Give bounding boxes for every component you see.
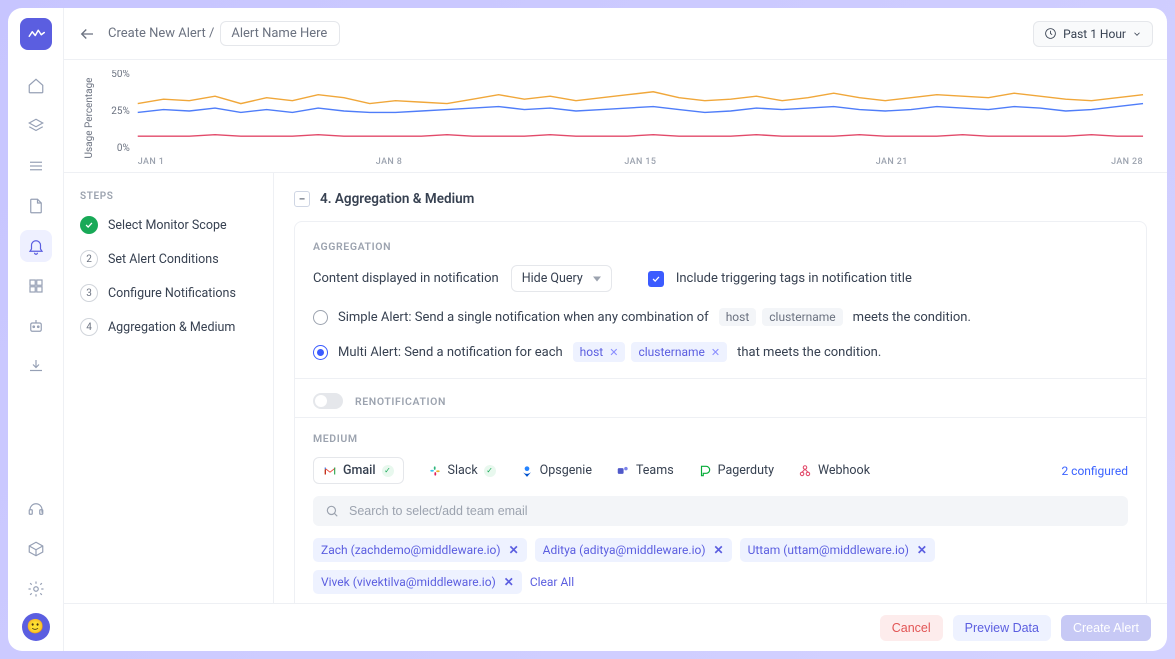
topbar: Create New Alert / Alert Name Here Past … — [64, 8, 1167, 60]
step-number: 2 — [80, 250, 98, 268]
simple-alert-radio[interactable] — [313, 310, 328, 325]
svg-text:0%: 0% — [117, 143, 130, 154]
back-icon[interactable] — [78, 25, 96, 43]
svg-text:JAN 15: JAN 15 — [624, 157, 656, 166]
avatar[interactable]: 🙂 — [22, 613, 50, 641]
step-3[interactable]: 3 Configure Notifications — [80, 284, 257, 302]
medium-tab-webhook[interactable]: Webhook — [798, 457, 870, 484]
remove-recipient-icon[interactable]: ✕ — [917, 543, 927, 557]
file-icon[interactable] — [20, 190, 52, 222]
tag-host: host — [719, 308, 757, 326]
check-icon — [80, 216, 98, 234]
bell-icon[interactable] — [20, 230, 52, 262]
remove-recipient-icon[interactable]: ✕ — [714, 543, 724, 557]
usage-chart: 0% 25% 50% Usage Percentage JAN 1 JAN 8 JAN 15… — [64, 60, 1167, 173]
recipient-chip[interactable]: Zach (zachdemo@middleware.io)✕ — [313, 538, 527, 562]
svg-text:25%: 25% — [111, 106, 129, 117]
recipient-chip[interactable]: Uttam (uttam@middleware.io)✕ — [740, 538, 935, 562]
step-number: 3 — [80, 284, 98, 302]
clear-all-link[interactable]: Clear All — [530, 575, 574, 589]
remove-tag-icon[interactable]: ✕ — [609, 346, 618, 359]
medium-tab-teams[interactable]: Teams — [616, 457, 674, 484]
recipient-search[interactable] — [313, 496, 1128, 526]
create-alert-button[interactable]: Create Alert — [1061, 615, 1151, 641]
medium-header: MEDIUM — [313, 432, 1128, 445]
content-displayed-label: Content displayed in notification — [313, 271, 499, 286]
recipient-chip[interactable]: Aditya (aditya@middleware.io)✕ — [535, 538, 732, 562]
nav-rail: 🙂 — [8, 8, 64, 651]
verified-icon: ✓ — [382, 465, 394, 477]
svg-text:JAN 21: JAN 21 — [876, 157, 908, 166]
svg-text:JAN 28: JAN 28 — [1111, 157, 1143, 166]
medium-tab-gmail[interactable]: Gmail✓ — [313, 457, 404, 484]
section-title: 4. Aggregation & Medium — [320, 191, 474, 207]
cancel-button[interactable]: Cancel — [880, 615, 943, 641]
configured-link[interactable]: 2 configured — [1061, 464, 1128, 478]
query-visibility-select[interactable]: Hide Query — [511, 265, 612, 292]
time-range-label: Past 1 Hour — [1063, 27, 1126, 41]
tag-chip-clustername[interactable]: clustername✕ — [631, 342, 727, 362]
svg-text:50%: 50% — [111, 70, 129, 80]
include-tags-checkbox[interactable] — [648, 271, 664, 287]
simple-alert-post: meets the condition. — [853, 310, 971, 325]
gear-icon[interactable] — [20, 573, 52, 605]
step-1[interactable]: Select Monitor Scope — [80, 216, 257, 234]
steps-header: STEPS — [80, 191, 257, 202]
footer: Cancel Preview Data Create Alert — [64, 603, 1167, 651]
alert-name-input[interactable]: Alert Name Here — [220, 21, 340, 46]
teams-icon — [616, 464, 630, 478]
step-label: Select Monitor Scope — [108, 218, 227, 233]
step-label: Configure Notifications — [108, 286, 236, 301]
remove-tag-icon[interactable]: ✕ — [711, 346, 720, 359]
include-tags-label: Include triggering tags in notification … — [676, 271, 912, 286]
svg-text:JAN 8: JAN 8 — [376, 157, 402, 166]
multi-alert-pre: Multi Alert: Send a notification for eac… — [338, 345, 563, 360]
renotification-label: RENOTIFICATION — [355, 395, 446, 408]
aggregation-header: AGGREGATION — [313, 240, 1128, 253]
gmail-icon — [323, 464, 337, 478]
cube-icon[interactable] — [20, 533, 52, 565]
pagerduty-icon — [698, 464, 712, 478]
remove-recipient-icon[interactable]: ✕ — [509, 543, 519, 557]
multi-alert-radio[interactable] — [313, 345, 328, 360]
svg-text:Usage Percentage: Usage Percentage — [84, 78, 95, 159]
remove-recipient-icon[interactable]: ✕ — [504, 575, 514, 589]
step-4[interactable]: 4 Aggregation & Medium — [80, 318, 257, 336]
headset-icon[interactable] — [20, 493, 52, 525]
breadcrumb[interactable]: Create New Alert / — [108, 26, 214, 41]
recipient-search-input[interactable] — [349, 504, 1116, 518]
collapse-toggle[interactable]: − — [294, 191, 310, 207]
simple-alert-pre: Simple Alert: Send a single notification… — [338, 310, 709, 325]
layers-icon[interactable] — [20, 110, 52, 142]
aggregation-panel: AGGREGATION Content displayed in notific… — [294, 221, 1147, 603]
multi-alert-post: that meets the condition. — [737, 345, 881, 360]
svg-text:JAN 1: JAN 1 — [138, 157, 164, 166]
menu-icon[interactable] — [20, 150, 52, 182]
download-icon[interactable] — [20, 350, 52, 382]
chevron-down-icon — [1132, 29, 1142, 39]
medium-tab-opsgenie[interactable]: Opsgenie — [520, 457, 592, 484]
opsgenie-icon — [520, 464, 534, 478]
time-range-picker[interactable]: Past 1 Hour — [1033, 21, 1153, 47]
tag-chip-host[interactable]: host✕ — [573, 342, 626, 362]
grid-icon[interactable] — [20, 270, 52, 302]
webhook-icon — [798, 464, 812, 478]
steps-panel: STEPS Select Monitor Scope 2 Set Alert Con… — [64, 173, 274, 603]
slack-icon — [428, 464, 442, 478]
medium-tab-pagerduty[interactable]: Pagerduty — [698, 457, 774, 484]
verified-icon: ✓ — [484, 465, 496, 477]
search-icon — [325, 504, 339, 518]
step-2[interactable]: 2 Set Alert Conditions — [80, 250, 257, 268]
tag-clustername: clustername — [762, 308, 842, 326]
medium-tab-slack[interactable]: Slack✓ — [428, 457, 496, 484]
step-label: Set Alert Conditions — [108, 252, 219, 267]
recipient-chip[interactable]: Vivek (vivektilva@middleware.io)✕ — [313, 570, 522, 594]
home-icon[interactable] — [20, 70, 52, 102]
renotification-toggle[interactable] — [313, 393, 343, 409]
step-number: 4 — [80, 318, 98, 336]
preview-data-button[interactable]: Preview Data — [953, 615, 1051, 641]
app-logo[interactable] — [20, 18, 52, 50]
step-label: Aggregation & Medium — [108, 320, 235, 335]
robot-icon[interactable] — [20, 310, 52, 342]
